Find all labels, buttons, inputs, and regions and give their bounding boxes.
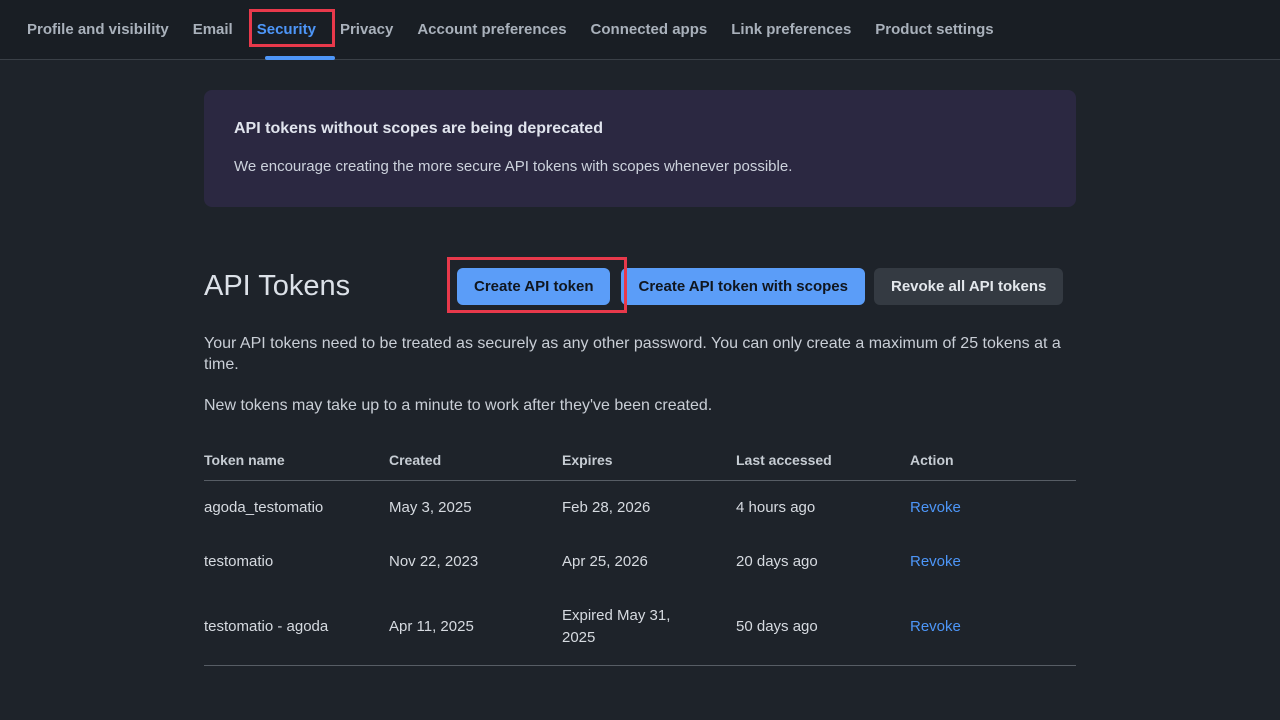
token-name-cell: testomatio - agoda bbox=[204, 589, 389, 666]
api-tokens-note: New tokens may take up to a minute to wo… bbox=[204, 395, 1076, 416]
table-row: agoda_testomatio May 3, 2025 Feb 28, 202… bbox=[204, 481, 1076, 536]
settings-tab-bar: Profile and visibility Email Security Pr… bbox=[0, 0, 1280, 60]
token-name-cell: testomatio bbox=[204, 535, 389, 589]
banner-body: We encourage creating the more secure AP… bbox=[234, 158, 1046, 175]
column-header-expires: Expires bbox=[562, 452, 736, 481]
create-api-token-button[interactable]: Create API token bbox=[457, 268, 610, 305]
last-accessed-cell: 20 days ago bbox=[736, 535, 910, 589]
security-settings-page: API tokens without scopes are being depr… bbox=[204, 90, 1076, 666]
tab-profile-and-visibility[interactable]: Profile and visibility bbox=[27, 21, 169, 38]
last-accessed-cell: 4 hours ago bbox=[736, 481, 910, 536]
created-cell: May 3, 2025 bbox=[389, 481, 562, 536]
tab-privacy[interactable]: Privacy bbox=[340, 21, 393, 38]
column-header-action: Action bbox=[910, 452, 1076, 481]
banner-title: API tokens without scopes are being depr… bbox=[234, 120, 1046, 138]
column-header-token-name: Token name bbox=[204, 452, 389, 481]
token-name-cell: agoda_testomatio bbox=[204, 481, 389, 536]
table-row: testomatio Nov 22, 2023 Apr 25, 2026 20 … bbox=[204, 535, 1076, 589]
tab-product-settings[interactable]: Product settings bbox=[875, 21, 993, 38]
tab-link-preferences[interactable]: Link preferences bbox=[731, 21, 851, 38]
create-api-token-with-scopes-button[interactable]: Create API token with scopes bbox=[621, 268, 865, 305]
tab-account-preferences[interactable]: Account preferences bbox=[417, 21, 566, 38]
last-accessed-cell: 50 days ago bbox=[736, 589, 910, 666]
created-cell: Nov 22, 2023 bbox=[389, 535, 562, 589]
page-title: API Tokens bbox=[204, 270, 457, 303]
api-tokens-description: Your API tokens need to be treated as se… bbox=[204, 333, 1076, 375]
revoke-all-api-tokens-button[interactable]: Revoke all API tokens bbox=[874, 268, 1063, 305]
column-header-created: Created bbox=[389, 452, 562, 481]
expires-cell: Apr 25, 2026 bbox=[562, 535, 736, 589]
tab-email[interactable]: Email bbox=[193, 21, 233, 38]
column-header-last-accessed: Last accessed bbox=[736, 452, 910, 481]
revoke-link[interactable]: Revoke bbox=[910, 499, 961, 516]
api-tokens-header-row: API Tokens Create API token Create API t… bbox=[204, 267, 1076, 305]
table-row: testomatio - agoda Apr 11, 2025 Expired … bbox=[204, 589, 1076, 666]
deprecation-banner: API tokens without scopes are being depr… bbox=[204, 90, 1076, 207]
tab-connected-apps[interactable]: Connected apps bbox=[591, 21, 708, 38]
active-tab-indicator bbox=[265, 56, 335, 60]
revoke-link[interactable]: Revoke bbox=[910, 618, 961, 635]
tab-security[interactable]: Security bbox=[257, 21, 316, 38]
api-tokens-table: Token name Created Expires Last accessed… bbox=[204, 452, 1076, 666]
expires-cell: Expired May 31, 2025 bbox=[562, 589, 736, 666]
table-header-row: Token name Created Expires Last accessed… bbox=[204, 452, 1076, 481]
expires-cell: Feb 28, 2026 bbox=[562, 481, 736, 536]
created-cell: Apr 11, 2025 bbox=[389, 589, 562, 666]
revoke-link[interactable]: Revoke bbox=[910, 553, 961, 570]
